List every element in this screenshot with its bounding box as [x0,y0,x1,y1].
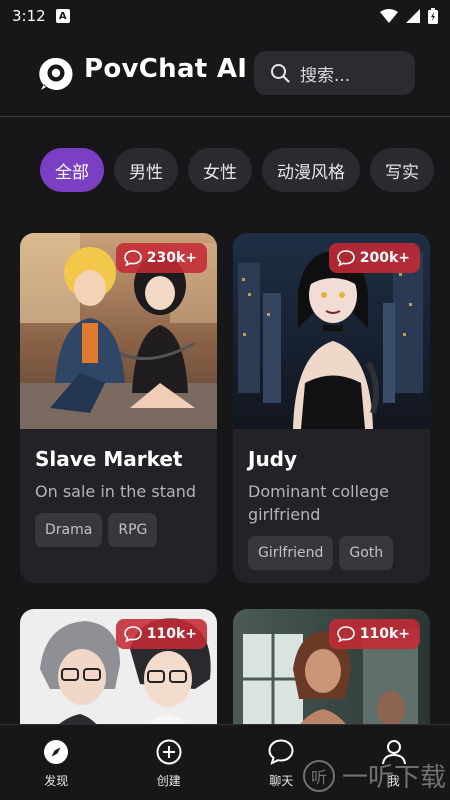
compass-icon [44,740,69,764]
header-divider [0,116,450,117]
wifi-icon [380,9,398,23]
notification-icon: A [55,9,70,23]
character-name: Slave Market [35,447,183,471]
status-bar: 3:12 A [0,0,450,32]
chat-bubble-icon [336,250,355,266]
character-image: 230k+ [20,233,217,429]
status-time: 3:12 [12,7,46,25]
search-icon [271,64,290,83]
chat-count-badge: 110k+ [328,619,420,649]
chat-count-badge: 230k+ [115,243,207,273]
chat-bubble-icon [268,739,294,765]
nav-discover[interactable]: 发现 [0,725,113,800]
svg-text:听: 听 [311,768,327,787]
tag[interactable]: Drama [35,513,103,547]
chat-count-badge: 110k+ [115,619,207,649]
chat-count: 110k+ [359,626,410,642]
search-placeholder: 搜索... [300,65,351,86]
search-input[interactable]: 搜索... [254,51,415,95]
tab-female[interactable]: 女性 [188,148,252,192]
watermark: 听 一听下载 [302,757,446,794]
watermark-logo-icon: 听 [302,759,335,792]
tag-list: Girlfriend Goth [248,536,416,570]
app-header: PovChat AI 搜索... [0,48,450,100]
chat-count: 200k+ [359,250,410,266]
chat-count: 230k+ [146,250,197,266]
status-indicators [380,8,438,24]
tag[interactable]: RPG [108,513,158,547]
tag-list: Drama RPG [35,513,203,547]
chat-bubble-icon [123,626,142,642]
battery-icon [428,8,438,24]
tab-anime-style[interactable]: 动漫风格 [262,148,360,192]
tag[interactable]: Goth [339,536,394,570]
chat-count-badge: 200k+ [328,243,420,273]
tab-realistic[interactable]: 写实 [370,148,434,192]
nav-create[interactable]: 创建 [113,725,226,800]
character-card[interactable]: 200k+ Judy Dominant college girlfriend G… [233,233,430,583]
signal-icon [406,9,420,23]
character-description: Dominant college girlfriend [248,482,389,524]
tab-all[interactable]: 全部 [40,148,104,192]
watermark-text: 一听下载 [341,763,446,793]
character-name: Judy [248,447,298,471]
chat-bubble-icon [123,250,142,266]
app-logo-icon [39,57,73,90]
nav-label: 发现 [44,774,69,788]
tag[interactable]: Girlfriend [248,536,334,570]
character-description: On sale in the stand [35,482,197,501]
character-card[interactable]: 230k+ Slave Market On sale in the stand … [20,233,217,583]
chat-bubble-icon [336,626,355,642]
nav-label: 聊天 [269,774,294,788]
app-title: PovChat AI [84,54,248,84]
character-image: 200k+ [233,233,430,429]
plus-circle-icon [156,739,182,765]
category-tabs: 全部 男性 女性 动漫风格 写实 [40,148,434,192]
tab-male[interactable]: 男性 [114,148,178,192]
chat-count: 110k+ [146,626,197,642]
nav-label: 创建 [156,774,181,788]
